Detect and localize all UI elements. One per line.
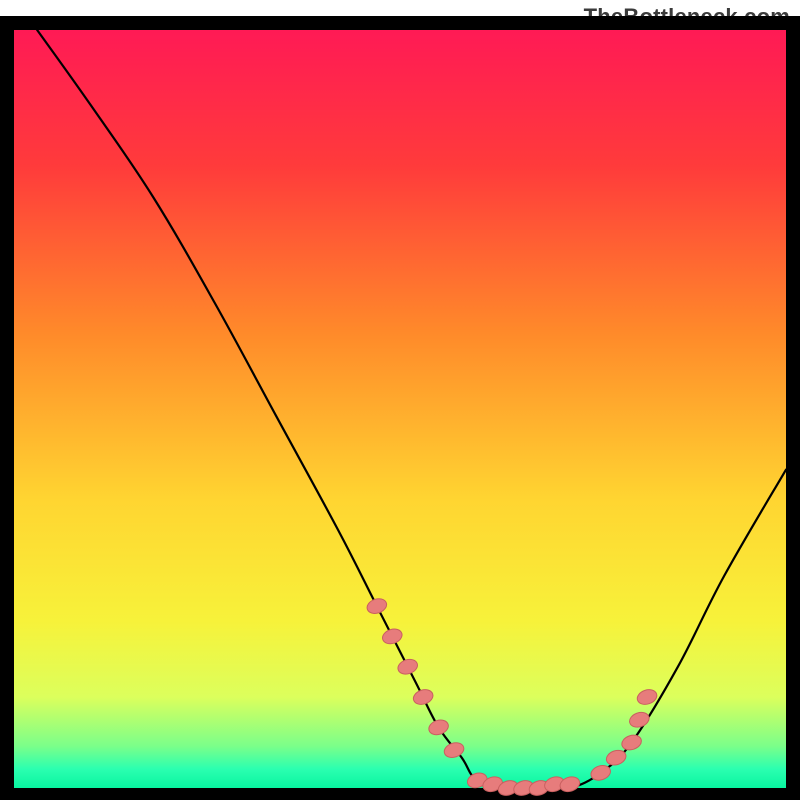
chart-stage: TheBottleneck.com bbox=[0, 0, 800, 800]
plot-area bbox=[7, 23, 793, 795]
bottleneck-chart bbox=[0, 0, 800, 800]
